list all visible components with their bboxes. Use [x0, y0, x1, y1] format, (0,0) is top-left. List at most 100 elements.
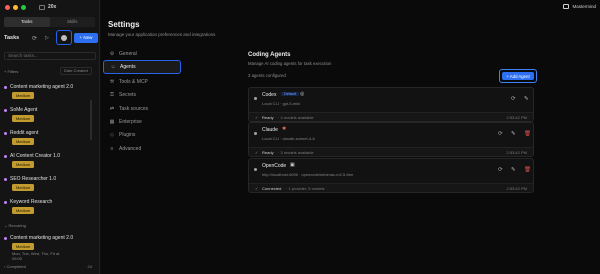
refresh-icon[interactable]: ⟳ [498, 131, 503, 137]
task-name: Keyword Research [10, 199, 53, 205]
agents-count: 3 agents configured [248, 73, 286, 78]
agent-name: Claude [262, 127, 278, 133]
nav-task-sources[interactable]: ⇄ Task sources [103, 102, 181, 116]
key-icon: ⚿ [110, 92, 114, 98]
edit-icon[interactable]: ✎ [511, 167, 516, 173]
user-menu[interactable]: Mastermind [563, 4, 596, 9]
app-logo-icon [39, 4, 45, 10]
gear-icon: ⚙ [109, 51, 115, 57]
agent-card-opencode: OpenCode ▣ http://localhost:4096 · openc… [248, 158, 534, 193]
check-icon: ✓ [255, 114, 259, 120]
users-icon: ☺ [110, 64, 116, 70]
github-icon: ◎ [300, 91, 305, 97]
nav-general[interactable]: ⚙ General [103, 47, 181, 61]
nav-plugins[interactable]: ◇ Plugins [103, 128, 181, 142]
nav-agents[interactable]: ☺ Agents [103, 60, 181, 74]
filters-row: + Filters Date Created [4, 67, 96, 76]
recurring-label: Recurring [8, 223, 26, 228]
agent-description: Local CLI · gpt-5-mini [262, 101, 301, 106]
settings-view: Mastermind Settings Manage your applicat… [101, 0, 600, 274]
priority-badge: Medium [12, 184, 35, 191]
agent-name: OpenCode [262, 163, 287, 169]
refresh-icon[interactable]: ⟳ [32, 35, 37, 42]
nav-label: Enterprise [119, 119, 142, 125]
settings-button[interactable] [56, 30, 72, 45]
default-badge: Default [281, 92, 300, 96]
task-name: Content marketing agent 2.0 [10, 84, 74, 90]
priority-badge: Medium [12, 207, 35, 214]
scrollbar[interactable] [90, 100, 92, 140]
panel-tabs: Tasks Skills [4, 17, 95, 27]
tab-tasks[interactable]: Tasks [4, 17, 50, 27]
priority-badge: Medium [12, 243, 35, 250]
maximize-window-button[interactable] [21, 5, 26, 10]
task-item[interactable]: Keyword Research Medium [4, 199, 96, 214]
claude-logo-icon: ✱ [282, 126, 287, 132]
tasks-header: Tasks ⟳ ▷ + New [4, 30, 98, 45]
task-name: Reddit agent [10, 130, 39, 136]
chat-icon [563, 4, 570, 9]
task-status-dot [4, 85, 7, 89]
nav-label: General [119, 51, 137, 57]
status-detail: · 4 models available [278, 115, 314, 120]
tasks-panel: 20x Tasks Skills Tasks ⟳ ▷ + New Search … [0, 0, 100, 274]
section-subtitle: Manage AI coding agents for task executi… [248, 61, 332, 66]
nav-label: Tools & MCP [119, 79, 148, 85]
refresh-icon[interactable]: ⟳ [498, 167, 503, 173]
check-icon: ✓ [255, 185, 259, 191]
agent-status-dot [254, 132, 257, 135]
status-time: 2:53:42 PM [506, 186, 527, 191]
priority-badge: Medium [12, 92, 35, 99]
nav-label: Secrets [119, 92, 136, 98]
plugin-icon: ◇ [110, 132, 114, 138]
app-name: 20x [48, 4, 57, 10]
task-item[interactable]: SoMe Agent Medium [4, 107, 96, 122]
nav-label: Task sources [119, 106, 149, 112]
agent-description: Local CLI · claude-sonnet-4-6 [262, 136, 315, 141]
task-name: AI Content Creator 1.0 [10, 153, 61, 159]
recurring-task-item[interactable]: Content marketing agent 2.0 Medium Mon, … [4, 235, 96, 261]
sort-select[interactable]: Date Created [60, 67, 92, 75]
completed-section-header[interactable]: › Completed 24 [4, 264, 96, 269]
task-item[interactable]: AI Content Creator 1.0 Medium [4, 153, 96, 168]
window-controls [5, 5, 26, 10]
agent-card-codex: Codex Default ◎ Local CLI · gpt-5-mini ⟳… [248, 87, 534, 122]
play-icon[interactable]: ▷ [45, 35, 49, 41]
delete-icon[interactable]: 🗑 [524, 167, 531, 173]
nav-secrets[interactable]: ⚿ Secrets [103, 88, 181, 102]
priority-badge: Medium [12, 161, 35, 168]
tab-skills[interactable]: Skills [50, 17, 96, 27]
agent-card-claude: Claude ✱ Local CLI · claude-sonnet-4-6 ⟳… [248, 122, 534, 157]
edit-icon[interactable]: ✎ [524, 96, 529, 102]
status-time: 2:53:42 PM [506, 150, 527, 155]
nav-advanced[interactable]: ≡ Advanced [103, 142, 181, 156]
task-item[interactable]: SEO Researcher 1.0 Medium [4, 176, 96, 191]
source-icon: ⇄ [109, 106, 115, 112]
add-agent-button[interactable]: + Add Agent [499, 69, 537, 83]
tasks-title: Tasks [4, 35, 20, 41]
delete-icon[interactable]: 🗑 [524, 131, 531, 137]
new-task-button[interactable]: + New [74, 33, 98, 43]
tool-icon: ⚒ [109, 79, 115, 85]
completed-count: 24 [87, 264, 92, 269]
task-item[interactable]: Reddit agent Medium [4, 130, 96, 145]
priority-badge: Medium [12, 115, 35, 122]
recurring-section-header[interactable]: ⌄ Recurring [4, 223, 96, 228]
minimize-window-button[interactable] [13, 5, 18, 10]
app-logo: 20x [39, 4, 56, 10]
status-time: 2:53:42 PM [506, 115, 527, 120]
status-label: Ready [262, 150, 274, 155]
nav-label: Advanced [119, 146, 142, 152]
status-label: Ready [262, 115, 274, 120]
edit-icon[interactable]: ✎ [511, 131, 516, 137]
nav-tools-mcp[interactable]: ⚒ Tools & MCP [103, 75, 181, 89]
task-status-dot [4, 131, 7, 135]
filters-button[interactable]: + Filters [4, 69, 18, 74]
close-window-button[interactable] [5, 5, 10, 10]
chevron-down-icon: ⌄ [4, 223, 8, 228]
task-item[interactable]: Content marketing agent 2.0 Medium [4, 84, 96, 99]
refresh-icon[interactable]: ⟳ [511, 96, 516, 102]
nav-enterprise[interactable]: ▦ Enterprise [103, 115, 181, 129]
search-input[interactable]: Search tasks... [4, 52, 96, 60]
section-title: Coding Agents [248, 52, 291, 58]
